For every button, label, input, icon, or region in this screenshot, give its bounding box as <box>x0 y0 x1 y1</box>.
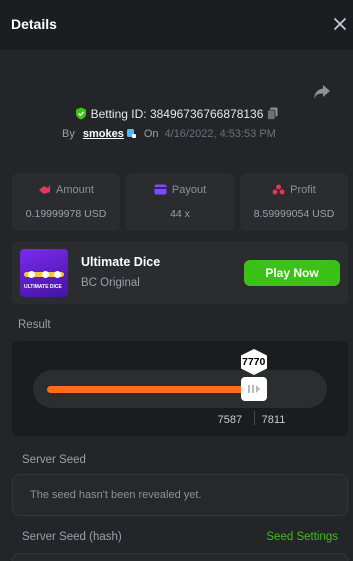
amount-icon <box>39 185 51 194</box>
payout-icon <box>154 184 167 195</box>
game-name: Ultimate Dice <box>81 255 161 269</box>
result-box: 7770 7587 7811 <box>12 341 348 436</box>
payout-label: Payout <box>171 184 207 196</box>
payout-card: Payout 44 x <box>126 173 234 231</box>
thumb-dot <box>42 271 49 278</box>
profit-card: Profit 8.59999054 USD <box>240 173 348 231</box>
slider-handle[interactable] <box>240 377 267 401</box>
thumb-text: ULTIMATE DICE <box>24 284 62 290</box>
server-seed-message: The seed hasn't been revealed yet. <box>30 489 202 501</box>
thumb-dot <box>54 271 61 278</box>
result-slider <box>33 370 327 408</box>
close-icon[interactable] <box>333 17 347 31</box>
amount-label: Amount <box>56 184 94 196</box>
bet-date: 4/16/2022, 4:53:53 PM <box>164 128 276 140</box>
thumb-dot <box>28 271 35 278</box>
game-thumbnail[interactable]: ULTIMATE DICE <box>20 249 68 297</box>
profit-icon <box>272 184 285 195</box>
amount-value: 0.19999978 USD <box>25 208 107 220</box>
user-link[interactable]: smokes <box>83 128 124 140</box>
share-icon[interactable] <box>313 84 331 100</box>
details-panel: Details Betting ID: 38496736766878136 By… <box>0 0 353 561</box>
betting-id: Betting ID: 38496736766878136 <box>90 107 264 121</box>
slider-fill <box>47 386 254 393</box>
result-value: 7770 <box>241 356 266 368</box>
copy-icon[interactable] <box>267 107 278 120</box>
user-badge-icon <box>126 129 136 138</box>
game-provider: BC Original <box>81 277 140 289</box>
result-value-badge: 7770 <box>239 348 269 376</box>
range-high: 7811 <box>261 414 286 426</box>
amount-card: Amount 0.19999978 USD <box>12 173 120 231</box>
result-label: Result <box>18 319 51 331</box>
server-seed-hash-field <box>12 553 348 561</box>
betting-id-row: Betting ID: 38496736766878136 <box>0 107 353 121</box>
play-now-button[interactable]: Play Now <box>244 260 340 286</box>
range-low: 7587 <box>217 414 243 426</box>
seed-settings-link[interactable]: Seed Settings <box>266 531 338 543</box>
on-label: On <box>143 128 159 140</box>
bet-stats: Amount 0.19999978 USD Payout 44 x Profit… <box>12 173 348 231</box>
server-seed-field: The seed hasn't been revealed yet. <box>12 474 348 516</box>
server-seed-label: Server Seed <box>22 454 86 466</box>
profit-label: Profit <box>290 184 316 196</box>
range-divider <box>253 411 255 425</box>
slider-handle-icon <box>247 385 260 393</box>
game-card: ULTIMATE DICE Ultimate Dice BC Original … <box>12 241 348 304</box>
shield-check-icon <box>75 107 86 120</box>
profit-value: 8.59999054 USD <box>253 208 335 220</box>
by-label: By <box>62 128 75 140</box>
payout-value: 44 x <box>170 208 190 220</box>
details-header: Details <box>0 0 353 50</box>
page-title: Details <box>11 16 57 32</box>
bet-byline: By smokes On 4/16/2022, 4:53:53 PM <box>62 128 276 140</box>
server-seed-hash-label: Server Seed (hash) <box>22 531 122 543</box>
